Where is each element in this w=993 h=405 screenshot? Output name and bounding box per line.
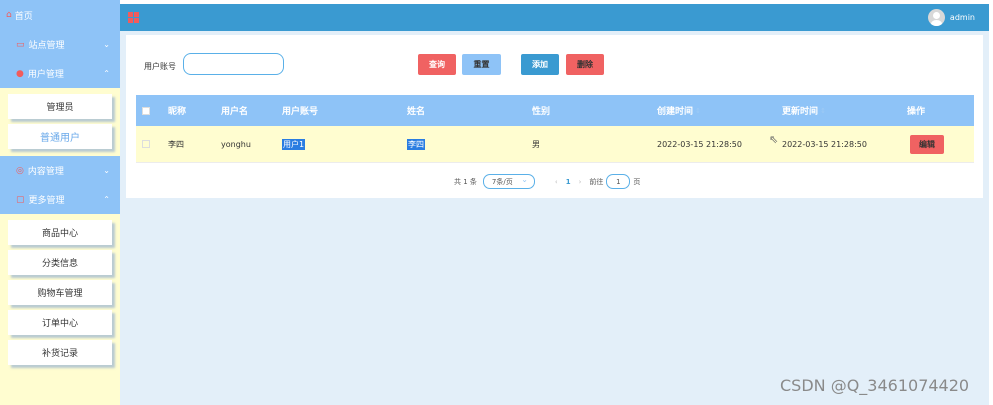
circle-icon: ◎ bbox=[16, 165, 24, 176]
delete-button[interactable]: 删除 bbox=[566, 54, 604, 75]
sidebar-group-content[interactable]: ◎ 内容管理 ⌄ bbox=[0, 156, 120, 185]
search-label: 用户账号 bbox=[144, 62, 176, 71]
chevron-down-icon: ⌄ bbox=[103, 166, 110, 175]
cell-nickname: 李四 bbox=[168, 139, 184, 149]
user-menu[interactable]: admin bbox=[927, 9, 975, 26]
sort-icon: ↕ bbox=[820, 106, 826, 115]
column-header-updated[interactable]: 更新时间 ↕ bbox=[782, 95, 826, 126]
page-suffix: 页 bbox=[633, 177, 641, 186]
cell-account: 用户1 bbox=[282, 126, 306, 162]
cell-account-value: 用户1 bbox=[282, 138, 306, 150]
content-panel: 用户账号 查询 重置 添加 删除 昵称 用户名 用户账号 姓名 性别 创建时间 ↕… bbox=[126, 35, 983, 198]
column-header-username[interactable]: 用户名 bbox=[221, 95, 248, 126]
page-size-value: 7条/页 bbox=[491, 177, 513, 186]
current-page[interactable]: 1 bbox=[566, 178, 571, 186]
goto-label: 前往 bbox=[589, 177, 604, 186]
reset-button[interactable]: 重置 bbox=[462, 54, 501, 75]
sidebar-group-more[interactable]: ▢ 更多管理 ⌃ bbox=[0, 185, 120, 214]
chevron-up-icon: ⌃ bbox=[103, 195, 110, 204]
user-icon: ● bbox=[16, 68, 24, 79]
sidebar-group-site[interactable]: ▭ 站点管理 ⌄ bbox=[0, 30, 120, 59]
sidebar-group-user[interactable]: ● 用户管理 ⌃ bbox=[0, 59, 120, 88]
sidebar-group-label: 更多管理 bbox=[28, 196, 65, 206]
column-header-label: 创建时间 bbox=[657, 107, 694, 117]
sidebar-item-products[interactable]: 商品中心 bbox=[8, 220, 112, 245]
page-size-select[interactable]: 7条/页 bbox=[482, 174, 535, 189]
sidebar-group-label: 内容管理 bbox=[27, 167, 64, 177]
sidebar-item-normal-user[interactable]: 普通用户 bbox=[8, 124, 112, 149]
mouse-cursor-icon: ⇖ bbox=[769, 133, 779, 146]
sidebar-item-cart[interactable]: 购物车管理 bbox=[8, 280, 112, 305]
column-header-name[interactable]: 姓名 bbox=[407, 95, 425, 126]
edit-button[interactable]: 编辑 bbox=[910, 135, 944, 154]
query-button[interactable]: 查询 bbox=[418, 54, 456, 75]
table-header: 昵称 用户名 用户账号 姓名 性别 创建时间 ↕ 更新时间 ↕ 操作 bbox=[136, 95, 974, 126]
cell-name: 李四 bbox=[407, 126, 425, 162]
top-bar: admin bbox=[120, 4, 989, 31]
goto-page-input[interactable]: 1 bbox=[606, 174, 631, 189]
grid-icon: ▢ bbox=[16, 194, 25, 205]
select-all-checkbox[interactable] bbox=[142, 95, 150, 126]
table-row: 李四 yonghu 用户1 李四 男 2022-03-15 21:28:50 2… bbox=[136, 126, 974, 163]
sidebar-item-categories[interactable]: 分类信息 bbox=[8, 250, 112, 275]
sidebar-item-home[interactable]: ⌂ 首页 bbox=[0, 0, 120, 30]
pagination-total: 共 1 条 bbox=[454, 177, 477, 186]
pagination: 共 1 条 7条/页 ‹ 1 › 前往 1 页 bbox=[454, 174, 640, 189]
column-header-nickname[interactable]: 昵称 bbox=[168, 95, 186, 126]
goto-page-value: 1 bbox=[616, 177, 621, 186]
prev-page-icon[interactable]: ‹ bbox=[555, 178, 558, 186]
cell-updated: 2022-03-15 21:28:50 bbox=[782, 139, 867, 149]
column-header-label: 更新时间 bbox=[782, 107, 819, 117]
chevron-down-icon: ⌄ bbox=[103, 40, 110, 49]
more-submenu: 商品中心 分类信息 购物车管理 订单中心 补货记录 bbox=[0, 214, 120, 372]
watermark: CSDN @Q_3461074420 bbox=[780, 376, 970, 395]
add-button[interactable]: 添加 bbox=[521, 54, 559, 75]
column-header-actions: 操作 bbox=[907, 107, 926, 117]
column-header-account[interactable]: 用户账号 bbox=[282, 95, 318, 126]
sidebar-item-admin[interactable]: 管理员 bbox=[8, 94, 112, 119]
sort-icon: ↕ bbox=[695, 106, 701, 115]
column-header-gender[interactable]: 性别 bbox=[532, 95, 550, 126]
account-search-input[interactable] bbox=[183, 53, 284, 75]
next-page-icon[interactable]: › bbox=[579, 178, 582, 186]
sidebar-group-label: 用户管理 bbox=[27, 70, 64, 80]
cell-created: 2022-03-15 21:28:50 bbox=[657, 139, 742, 149]
row-checkbox[interactable] bbox=[142, 126, 150, 162]
username-label: admin bbox=[949, 13, 975, 22]
home-icon: ⌂ bbox=[6, 10, 12, 20]
sidebar-item-orders[interactable]: 订单中心 bbox=[8, 310, 112, 335]
sidebar-group-label: 站点管理 bbox=[28, 41, 65, 51]
cell-gender: 男 bbox=[532, 139, 540, 149]
sidebar: ⌂ 首页 ▭ 站点管理 ⌄ ● 用户管理 ⌃ 管理员 普通用户 ◎ 内容管理 ⌄… bbox=[0, 0, 120, 405]
menu-toggle-icon[interactable] bbox=[128, 12, 139, 23]
avatar bbox=[927, 9, 945, 26]
user-submenu: 管理员 普通用户 bbox=[0, 88, 120, 156]
monitor-icon: ▭ bbox=[16, 39, 25, 50]
sidebar-item-restock[interactable]: 补货记录 bbox=[8, 340, 112, 365]
main-area: 用户账号 查询 重置 添加 删除 昵称 用户名 用户账号 姓名 性别 创建时间 ↕… bbox=[120, 31, 989, 405]
cell-name-value: 李四 bbox=[407, 138, 425, 150]
sidebar-item-label: 首页 bbox=[14, 11, 33, 22]
user-table: 昵称 用户名 用户账号 姓名 性别 创建时间 ↕ 更新时间 ↕ 操作 李四 yong… bbox=[136, 95, 974, 163]
chevron-up-icon: ⌃ bbox=[103, 69, 110, 78]
column-header-created[interactable]: 创建时间 ↕ bbox=[657, 95, 701, 126]
cell-username: yonghu bbox=[221, 139, 251, 149]
